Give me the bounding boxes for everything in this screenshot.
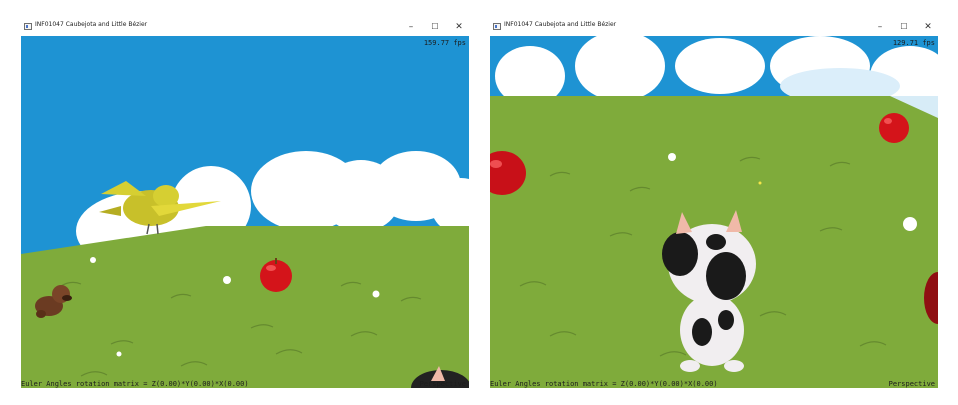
app-window-left: INF01047 Caubejota and Little Bézier – ☐… <box>21 18 469 388</box>
close-button[interactable]: ✕ <box>449 18 469 36</box>
fps-counter: 159.77 fps <box>423 39 466 47</box>
projection-mode-text: Perspective <box>888 380 935 388</box>
window-title: INF01047 Caubejota and Little Bézier <box>504 21 617 28</box>
apple-right <box>879 113 909 143</box>
render-viewport[interactable]: 159.77 fps Euler Angles rotation matrix … <box>21 36 469 388</box>
grass-field <box>21 226 469 388</box>
3d-scene <box>490 36 938 388</box>
minimize-button[interactable]: – <box>870 18 890 36</box>
maximize-button[interactable]: ☐ <box>894 18 914 36</box>
maximize-button[interactable]: ☐ <box>425 18 445 36</box>
close-button[interactable]: ✕ <box>918 18 938 36</box>
app-window-right: INF01047 Caubejota and Little Bézier – ☐… <box>490 18 938 388</box>
projection-mode-text: Perspective <box>419 380 466 388</box>
rotation-matrix-text: Euler Angles rotation matrix = Z(0.00)*Y… <box>21 380 249 388</box>
app-icon <box>24 23 32 30</box>
rotation-matrix-text: Euler Angles rotation matrix = Z(0.00)*Y… <box>490 380 718 388</box>
window-title: INF01047 Caubejota and Little Bézier <box>35 21 148 28</box>
title-bar[interactable]: INF01047 Caubejota and Little Bézier – ☐… <box>21 18 469 36</box>
app-icon <box>493 23 501 30</box>
fps-counter: 129.71 fps <box>892 39 935 47</box>
title-bar[interactable]: INF01047 Caubejota and Little Bézier – ☐… <box>490 18 938 36</box>
minimize-button[interactable]: – <box>401 18 421 36</box>
render-viewport[interactable]: 129.71 fps Euler Angles rotation matrix … <box>490 36 938 388</box>
3d-scene <box>21 36 469 388</box>
